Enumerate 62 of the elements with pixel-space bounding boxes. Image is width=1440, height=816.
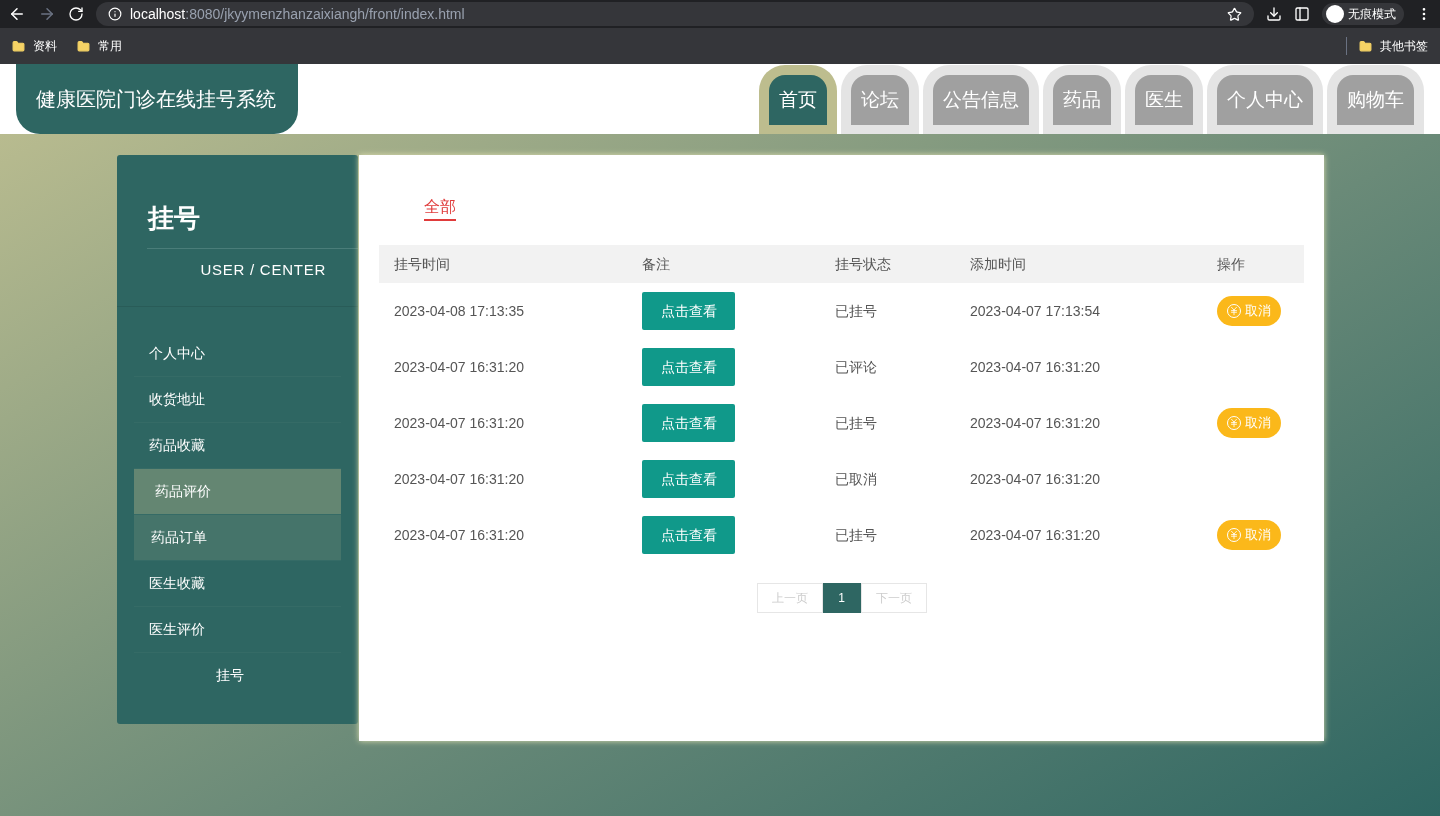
view-button[interactable]: 点击查看 [642,460,735,498]
sidebar-item[interactable]: 医生评价 [134,606,341,653]
table-cell-text: 2023-04-07 16:31:20 [970,357,1100,377]
site-title: 健康医院门诊在线挂号系统 [16,64,298,134]
sidebar-item[interactable]: 收货地址 [134,376,341,423]
incognito-icon [1326,5,1344,23]
nav-tab[interactable]: 首页 [769,75,827,125]
table-cell-text: 2023-04-08 17:13:35 [394,301,524,321]
sidebar-item[interactable]: 药品收藏 [134,422,341,469]
column-header: 备注 [642,254,671,274]
table-cell-text: 已评论 [835,357,877,377]
sidebar-item[interactable]: 药品订单 [134,514,341,561]
table-cell-text: 已挂号 [835,301,877,321]
sidebar-item[interactable]: 个人中心 [134,330,341,377]
sidebar-item[interactable]: 医生收藏 [134,560,341,607]
bookmark-item[interactable]: 常用 [98,37,122,55]
forward-icon[interactable] [38,5,56,23]
table-cell-text: 已挂号 [835,525,877,545]
sidebar-title: 挂号 [146,202,200,235]
filter-tab[interactable]: 全部 [424,195,456,221]
table-cell-text: 2023-04-07 16:31:20 [394,413,524,433]
reload-icon[interactable] [68,6,84,22]
table-cell-text: 2023-04-07 16:31:20 [970,525,1100,545]
table-cell-text: 2023-04-07 16:31:20 [970,413,1100,433]
table-cell-text: 已挂号 [835,413,877,433]
column-header: 挂号时间 [394,254,451,274]
view-button[interactable]: 点击查看 [642,404,735,442]
profile-chip[interactable]: 无痕模式 [1322,3,1404,25]
view-button[interactable]: 点击查看 [642,292,735,330]
nav-tab[interactable]: 论坛 [851,75,909,125]
nav-tab[interactable]: 医生 [1135,75,1193,125]
folder-icon [77,39,90,53]
column-header: 操作 [1217,254,1246,274]
table-cell-text: 2023-04-07 17:13:54 [970,301,1100,321]
side-panel-icon[interactable] [1294,6,1310,22]
nav-tab[interactable]: 药品 [1053,75,1111,125]
table-cell-text: 2023-04-07 16:31:20 [970,469,1100,489]
sidebar-subtitle: USER / CENTER [200,260,327,280]
page-button[interactable]: 1 [822,583,861,613]
view-button[interactable]: 点击查看 [642,348,735,386]
bookmark-item[interactable]: 其他书签 [1380,37,1428,55]
column-header: 添加时间 [970,254,1027,274]
nav-tab[interactable]: 个人中心 [1217,75,1313,125]
view-button[interactable]: 点击查看 [642,516,735,554]
bookmark-star-icon[interactable] [1227,6,1242,22]
table-cell-text: 已取消 [835,469,877,489]
table-cell-text: 2023-04-07 16:31:20 [394,469,524,489]
bookmark-item[interactable]: 资料 [33,37,57,55]
sidebar-item[interactable]: 药品评价 [134,468,341,515]
url-text: localhost:8080/jkyymenzhanzaixiangh/front/index.html [130,4,465,24]
table-cell-text: 2023-04-07 16:31:20 [394,525,524,545]
download-icon[interactable] [1266,6,1282,22]
sidebar-item[interactable]: 挂号 [134,652,341,699]
nav-tab[interactable]: 购物车 [1337,75,1414,125]
folder-icon [1359,39,1372,53]
nav-tab[interactable]: 公告信息 [933,75,1029,125]
table-cell-text: 2023-04-07 16:31:20 [394,357,524,377]
column-header: 挂号状态 [835,254,892,274]
info-icon[interactable] [108,7,122,21]
address-bar[interactable]: localhost:8080/jkyymenzhanzaixiangh/front/index.html [96,2,1254,26]
folder-icon [12,39,25,53]
back-icon[interactable] [8,5,26,23]
